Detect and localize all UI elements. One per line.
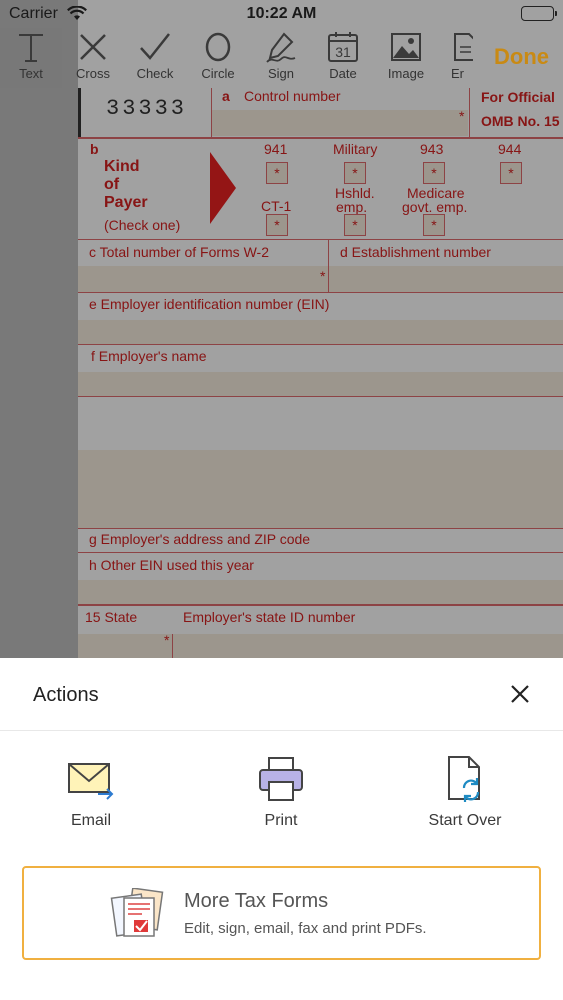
email-icon	[68, 763, 114, 800]
document-viewer[interactable]: 33333 a Control number * For Official OM…	[0, 0, 563, 660]
sheet-title: Actions	[33, 684, 99, 706]
tax-forms-icon	[110, 888, 164, 937]
tool-eraser-label: Er	[451, 66, 464, 81]
date-icon: 31	[328, 32, 358, 62]
start-over-label: Start Over	[428, 812, 502, 829]
tool-cross-label: Cross	[76, 66, 110, 81]
text-icon	[19, 34, 43, 62]
image-icon	[391, 33, 421, 61]
tool-check-label: Check	[136, 66, 174, 81]
tool-circle-label: Circle	[201, 66, 235, 81]
sign-icon	[266, 32, 296, 63]
done-button[interactable]: Done	[494, 44, 549, 70]
tool-check[interactable]: Check	[124, 28, 186, 88]
tool-date-label: Date	[329, 66, 357, 81]
tool-text[interactable]: Text	[0, 28, 62, 88]
battery-icon	[521, 6, 557, 21]
printer-icon	[259, 757, 303, 801]
print-label: Print	[264, 812, 298, 829]
print-button[interactable]: Print	[216, 754, 346, 834]
start-over-button[interactable]: Start Over	[400, 754, 530, 834]
cross-icon	[80, 34, 106, 60]
circle-icon	[205, 32, 231, 62]
close-icon[interactable]	[506, 680, 534, 708]
promo-subtitle: Edit, sign, email, fax and print PDFs.	[184, 920, 427, 937]
email-button[interactable]: Email	[26, 754, 156, 834]
status-bar: Carrier 10:22 AM	[0, 0, 563, 28]
sheet-divider	[0, 730, 563, 731]
check-icon	[140, 33, 170, 60]
tool-circle[interactable]: Circle	[187, 28, 249, 88]
actions-sheet: Actions Email Print Start Over More Tax …	[0, 658, 563, 1000]
promo-title: More Tax Forms	[184, 890, 329, 912]
modal-dim-overlay[interactable]	[0, 0, 563, 660]
email-label: Email	[70, 812, 111, 829]
clock: 10:22 AM	[246, 5, 317, 22]
start-over-icon	[448, 756, 480, 802]
date-icon-day: 31	[335, 44, 351, 60]
annotation-toolbar: Text Cross Check Circle Sign 31 Date Ima…	[0, 28, 563, 88]
tool-eraser[interactable]: Er	[437, 28, 473, 88]
tool-sign-label: Sign	[267, 66, 295, 81]
tool-sign[interactable]: Sign	[250, 28, 312, 88]
tool-date[interactable]: 31 Date	[312, 28, 374, 88]
tool-image-label: Image	[387, 66, 425, 81]
tool-text-label: Text	[19, 66, 43, 81]
eraser-icon	[454, 33, 473, 61]
tool-cross[interactable]: Cross	[62, 28, 124, 88]
tool-image[interactable]: Image	[375, 28, 437, 88]
more-tax-forms-banner[interactable]: More Tax Forms Edit, sign, email, fax an…	[22, 866, 541, 960]
